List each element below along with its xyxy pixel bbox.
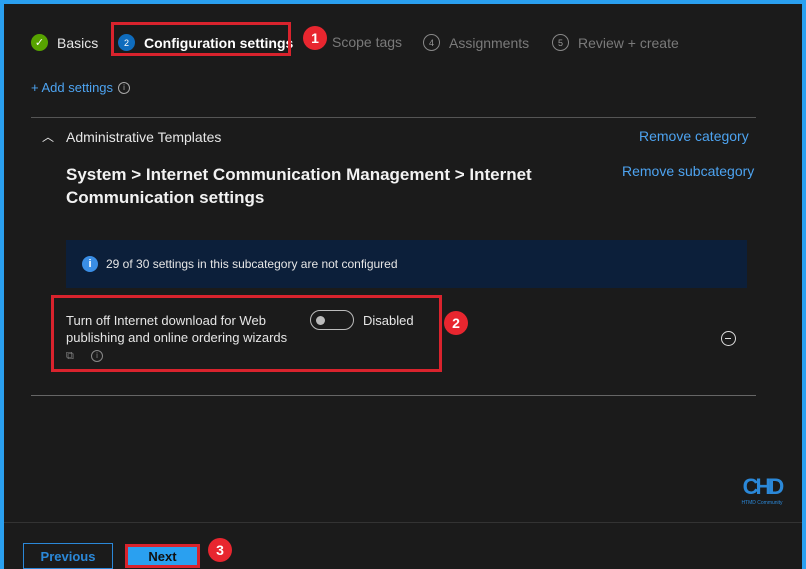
subcategory-title: System > Internet Communication Manageme…: [66, 165, 532, 207]
step-scope-tags[interactable]: Scope tags: [332, 34, 402, 50]
info-icon: i: [82, 256, 98, 272]
remove-setting-icon[interactable]: [721, 331, 736, 346]
remove-category-link[interactable]: Remove category: [639, 128, 749, 144]
setting-toggle[interactable]: [310, 310, 354, 330]
remove-subcategory-link[interactable]: Remove subcategory: [622, 163, 754, 179]
add-settings-label: + Add settings: [31, 80, 114, 95]
info-icon: i: [118, 81, 131, 94]
step-label: Scope tags: [332, 34, 403, 50]
step-number-icon: 4: [423, 34, 440, 51]
divider: [31, 117, 756, 118]
toggle-knob: [316, 316, 325, 325]
annotation-badge: 3: [208, 538, 232, 562]
footer-divider: [4, 522, 802, 523]
next-button[interactable]: Next: [125, 544, 200, 568]
info-banner: i 29 of 30 settings in this subcategory …: [66, 240, 747, 288]
previous-button[interactable]: Previous: [23, 543, 113, 569]
category-header[interactable]: ︿ Administrative Templates: [42, 128, 221, 145]
toggle-state-label: Disabled: [363, 313, 414, 328]
step-basics[interactable]: ✓ Basics: [31, 34, 98, 51]
annotation-highlight: [111, 22, 291, 56]
setting-name: Turn off Internet download for Web publi…: [66, 313, 288, 345]
info-icon[interactable]: i: [91, 350, 103, 362]
htmd-logo: CHD HTMD Community: [741, 474, 784, 506]
wizard-page: ✓ Basics 2 Configuration settings 1 Scop…: [4, 4, 802, 569]
checkmark-icon: ✓: [31, 34, 48, 51]
step-label: Assignments: [449, 34, 530, 51]
chevron-up-icon[interactable]: ︿: [42, 128, 54, 145]
info-banner-text: 29 of 30 settings in this subcategory ar…: [106, 257, 398, 271]
category-title: Administrative Templates: [66, 128, 222, 145]
step-assignments[interactable]: 4 Assignments: [423, 34, 529, 51]
annotation-badge: 2: [444, 311, 468, 335]
step-label: Review + create: [578, 34, 679, 51]
annotation-badge: 1: [303, 26, 327, 50]
copy-icon[interactable]: ⧉: [66, 350, 74, 363]
add-settings-link[interactable]: + Add settings i: [31, 80, 131, 95]
divider: [31, 395, 756, 396]
step-label: Basics: [57, 34, 99, 51]
step-review-create[interactable]: 5 Review + create: [552, 34, 679, 51]
step-number-icon: 5: [552, 34, 569, 51]
